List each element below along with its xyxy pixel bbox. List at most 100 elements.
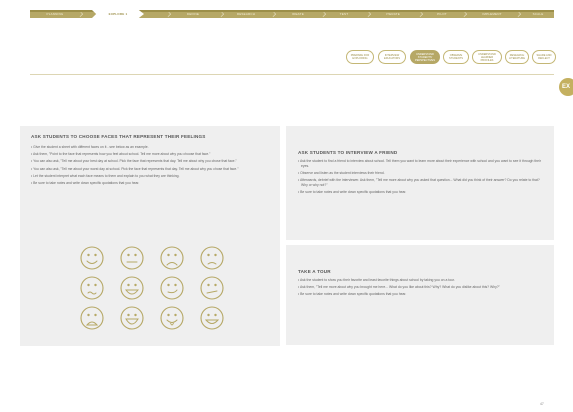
face-mouth: [87, 291, 97, 295]
face-eye: [214, 253, 217, 257]
face-eye: [127, 313, 130, 317]
list-item: Ask them, "Tell me more about why you br…: [298, 285, 546, 290]
face-upset-icon: [80, 306, 104, 330]
face-eye: [127, 253, 130, 257]
chevron-right-icon: [165, 11, 172, 18]
face-eye: [94, 253, 97, 257]
list-item: Let the student interpret what each face…: [31, 174, 271, 179]
face-neutral-icon: [120, 246, 144, 270]
face-eye: [174, 283, 177, 287]
interview-friend-title: ASK STUDENTS TO INTERVIEW A FRIEND: [298, 150, 398, 155]
chevron-right-icon: [320, 11, 327, 18]
face-outline: [160, 246, 184, 270]
side-section-tab[interactable]: EX: [559, 78, 573, 96]
chevron-right-icon: [365, 11, 372, 18]
face-eye: [207, 313, 210, 317]
face-outline: [120, 276, 144, 300]
face-mouth: [204, 319, 220, 324]
interview-friend-list: Ask the student to find a friend to inte…: [298, 159, 546, 197]
face-mouth: [125, 318, 139, 325]
list-item: Give the student a sheet with different …: [31, 145, 271, 150]
face-outline: [200, 276, 224, 300]
face-mouth: [86, 260, 98, 264]
nav-crumb-pilot[interactable]: PILOT: [428, 10, 456, 18]
face-eye: [174, 313, 177, 317]
face-mouth: [206, 290, 218, 294]
nav-crumb-implement[interactable]: IMPLEMENT: [470, 10, 514, 18]
list-item: Be sure to take notes and write down spe…: [298, 190, 546, 195]
list-item: Ask the student to find a friend to inte…: [298, 159, 546, 169]
page-number: 47: [540, 402, 544, 406]
face-eye: [207, 253, 210, 257]
face-mouth: [166, 319, 178, 323]
face-smile-icon: [80, 246, 104, 270]
nav-crumb-scale[interactable]: SCALE: [524, 10, 552, 18]
face-mouth: [85, 321, 99, 326]
chevron-right-icon: [270, 11, 277, 18]
chevron-right-icon: [417, 11, 424, 18]
face-eye: [87, 253, 90, 257]
chevron-right-icon: [77, 11, 84, 18]
tab-prepare[interactable]: PREPARE FOR EXPLORING: [346, 50, 374, 64]
face-eye: [134, 283, 137, 287]
tab-learner-profiles[interactable]: UNDERSTAND LEARNER PROFILES: [472, 50, 502, 64]
list-item: You can also ask, "Tell me about your be…: [31, 159, 271, 164]
faces-bullet-list: Give the student a sheet with different …: [31, 145, 271, 188]
face-tongue: [170, 322, 174, 326]
progress-nav: PLANNING EXPLORE 1 DEFINE RESEARCH IDEAT…: [30, 10, 554, 18]
face-eye: [134, 313, 137, 317]
face-outline: [120, 306, 144, 330]
tab-observe-students[interactable]: OBSERVE STUDENTS: [443, 50, 469, 64]
face-eye: [94, 313, 97, 317]
face-eye: [127, 283, 130, 287]
nav-crumb-research[interactable]: RESEARCH: [228, 10, 264, 18]
face-mouth: [124, 289, 140, 295]
face-smirk-icon: [160, 276, 184, 300]
face-outline: [160, 276, 184, 300]
face-eye: [167, 313, 170, 317]
list-item: Be sure to take notes and write down spe…: [31, 181, 271, 186]
face-chart: [80, 246, 224, 330]
faces-panel-title: ASK STUDENTS TO CHOOSE FACES THAT REPRES…: [31, 134, 206, 139]
header-divider: [30, 74, 554, 75]
face-mouth: [167, 289, 178, 294]
face-eye: [134, 253, 137, 257]
nav-crumb-define[interactable]: DEFINE: [175, 10, 211, 18]
list-item: Ask the student to show you their favori…: [298, 278, 546, 283]
face-outline: [80, 246, 104, 270]
face-eye: [214, 283, 217, 287]
tab-share-reflect[interactable]: SHARE AND REFLECT: [532, 50, 556, 64]
face-outline: [80, 276, 104, 300]
list-item: Afterwards, debrief with the interviewer…: [298, 178, 546, 188]
face-happy-icon: [200, 306, 224, 330]
nav-crumb-explore[interactable]: EXPLORE 1: [92, 10, 144, 18]
face-outline: [200, 306, 224, 330]
face-tongue-icon: [160, 306, 184, 330]
nav-crumb-test[interactable]: TEST: [330, 10, 358, 18]
list-item: Ask them, "Point to the face that repres…: [31, 152, 271, 157]
list-item: You can also ask, "Tell me about your wo…: [31, 167, 271, 172]
nav-crumb-ideate[interactable]: IDEATE: [282, 10, 314, 18]
face-eye: [207, 283, 210, 287]
chevron-right-icon: [218, 11, 225, 18]
face-grin-icon: [120, 276, 144, 300]
chevron-right-icon: [515, 11, 522, 18]
take-tour-title: TAKE A TOUR: [298, 269, 331, 274]
nav-crumb-planning[interactable]: PLANNING: [38, 10, 72, 18]
nav-crumb-iterate[interactable]: ITERATE: [376, 10, 410, 18]
take-tour-list: Ask the student to show you their favori…: [298, 278, 546, 300]
tab-research-literature[interactable]: RESEARCH LITERATURE: [505, 50, 529, 64]
face-sad-icon: [160, 246, 184, 270]
face-eye: [167, 283, 170, 287]
face-meh-icon: [200, 276, 224, 300]
face-worried-icon: [80, 276, 104, 300]
face-eye: [87, 313, 90, 317]
face-outline: [120, 246, 144, 270]
list-item: Observe and listen as the student interv…: [298, 171, 546, 176]
face-big-smile-icon: [120, 306, 144, 330]
tab-interview-educators[interactable]: INTERVIEW EDUCATORS: [378, 50, 406, 64]
list-item: Be sure to take notes and write down spe…: [298, 292, 546, 297]
tab-understand-students[interactable]: UNDERSTAND STUDENTS' PERSPECTIVES: [410, 50, 440, 64]
chevron-right-icon: [461, 11, 468, 18]
face-outline: [160, 306, 184, 330]
